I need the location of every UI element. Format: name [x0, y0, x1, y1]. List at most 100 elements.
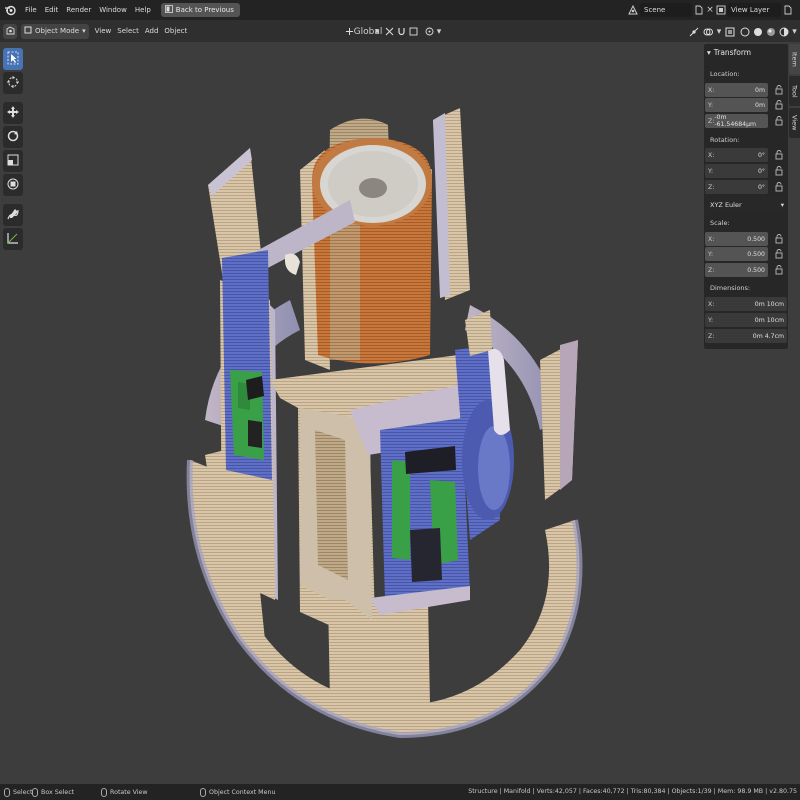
proportional-editing-icon[interactable]: [424, 24, 434, 39]
lock-icon[interactable]: [775, 265, 783, 275]
annotate-pencil-icon: [6, 207, 20, 223]
cursor-select-icon: [7, 51, 19, 67]
rotation-z-field[interactable]: Z: 0°: [705, 180, 768, 194]
lock-icon[interactable]: [775, 249, 783, 259]
status-select-label: Select: [13, 788, 33, 796]
blender-logo-icon[interactable]: [3, 3, 17, 17]
rotation-label: Rotation:: [710, 136, 740, 144]
location-label: Location:: [710, 70, 740, 78]
new-view-layer-icon[interactable]: [782, 3, 794, 17]
dimension-x-field[interactable]: X: 0m 10cm: [705, 297, 787, 311]
sidebar-tabs: Item Tool View: [789, 44, 800, 138]
scene-name-field[interactable]: Scene: [640, 3, 692, 17]
menu-file[interactable]: File: [21, 0, 41, 20]
dimension-y-field[interactable]: Y: 0m 10cm: [705, 313, 787, 327]
scene-name: Scene: [644, 6, 666, 14]
snap-element-icon[interactable]: [408, 24, 418, 39]
overlays-icon[interactable]: [702, 24, 714, 39]
view-layer-name: View Layer: [731, 6, 770, 14]
3d-viewport[interactable]: [0, 42, 800, 784]
snap-icon[interactable]: [396, 24, 406, 39]
menu-edit[interactable]: Edit: [41, 0, 63, 20]
view-layer-icon[interactable]: [715, 3, 727, 17]
mouse-right-icon: [200, 787, 206, 797]
shading-chevron-icon: ▾: [792, 26, 797, 37]
object-mode-icon: [24, 26, 32, 36]
measure-tool-button[interactable]: [3, 228, 23, 250]
dimension-z-field[interactable]: Z: 0m 4.7cm: [705, 329, 787, 343]
orientation-icon[interactable]: [344, 24, 354, 39]
editor-type-button[interactable]: [3, 23, 17, 39]
status-select-hint: Select: [4, 787, 32, 797]
back-to-previous-button[interactable]: Back to Previous: [160, 3, 240, 17]
tab-tool[interactable]: Tool: [789, 76, 800, 106]
material-preview-icon[interactable]: [765, 24, 777, 39]
transform-panel-header[interactable]: ▾ Transform: [707, 46, 751, 58]
rotation-y-field[interactable]: Y: 0°: [705, 164, 768, 178]
overlays-chevron-icon: ▾: [716, 26, 722, 37]
wireframe-shading-icon[interactable]: [739, 24, 751, 39]
header-menu-add[interactable]: Add: [142, 27, 162, 35]
pivot-point-icon[interactable]: [384, 24, 394, 39]
orientation-chevron-icon: ▾: [374, 26, 380, 37]
chevron-down-icon: ▾: [780, 201, 784, 209]
gizmo-visibility-icon[interactable]: [688, 24, 700, 39]
lock-icon[interactable]: [775, 182, 783, 192]
mouse-middle-icon: [101, 787, 107, 797]
tab-view[interactable]: View: [789, 108, 800, 138]
header-menu-view[interactable]: View: [92, 27, 115, 35]
menu-help[interactable]: Help: [131, 0, 155, 20]
mouse-left-icon: [4, 787, 10, 797]
xray-icon[interactable]: [724, 24, 736, 39]
lock-icon[interactable]: [775, 234, 783, 244]
scale-z-field[interactable]: Z: 0.500: [705, 263, 768, 277]
lock-icon[interactable]: [775, 116, 783, 126]
proportional-chevron-icon: ▾: [436, 26, 442, 37]
scene-icon[interactable]: [627, 3, 639, 17]
annotate-tool-button[interactable]: [3, 204, 23, 226]
lock-icon[interactable]: [775, 166, 783, 176]
location-y-field[interactable]: Y: 0m: [705, 98, 768, 112]
rotation-x-field[interactable]: X: 0°: [705, 148, 768, 162]
rendered-shading-icon[interactable]: [778, 24, 790, 39]
rotation-mode-dropdown[interactable]: XYZ Euler ▾: [707, 198, 787, 212]
header-menu-object[interactable]: Object: [161, 27, 190, 35]
3d-viewport-icon: [6, 25, 15, 37]
scale-tool-button[interactable]: [3, 150, 23, 172]
menu-window[interactable]: Window: [95, 0, 131, 20]
location-x-field[interactable]: X: 0m: [705, 83, 768, 97]
transform-tool-button[interactable]: [3, 174, 23, 196]
back-to-previous-label: Back to Previous: [175, 6, 234, 14]
solid-shading-icon[interactable]: [752, 24, 764, 39]
scale-y-field[interactable]: Y: 0.500: [705, 247, 768, 261]
rotate-tool-button[interactable]: [3, 126, 23, 148]
menu-render[interactable]: Render: [62, 0, 95, 20]
cursor-tool-button[interactable]: [3, 72, 23, 94]
lock-icon[interactable]: [775, 150, 783, 160]
location-z-field[interactable]: Z: -0m -61.54684µm: [705, 114, 768, 128]
mode-dropdown[interactable]: Object Mode ▾: [21, 23, 89, 39]
rotation-mode-label: XYZ Euler: [710, 201, 742, 209]
back-icon: [164, 5, 173, 15]
toolbar-separator: [3, 96, 23, 100]
select-tool-button[interactable]: [3, 48, 23, 70]
status-context-label: Object Context Menu: [209, 788, 276, 796]
toolbar-separator: [3, 198, 23, 202]
tab-item[interactable]: Item: [789, 44, 800, 74]
status-rotate-hint: Rotate View: [101, 787, 148, 797]
header-menu-select[interactable]: Select: [114, 27, 142, 35]
dimensions-label: Dimensions:: [710, 284, 751, 292]
status-bar: Select Box Select Rotate View Object Con…: [0, 784, 800, 800]
scale-x-field[interactable]: X: 0.500: [705, 232, 768, 246]
move-tool-button[interactable]: [3, 102, 23, 124]
scale-icon: [6, 153, 20, 169]
mouse-drag-icon: [32, 787, 38, 797]
status-context-hint: Object Context Menu: [200, 787, 275, 797]
view-layer-field[interactable]: View Layer: [727, 3, 781, 17]
scene-statistics: Structure | Manifold | Verts:42,057 | Fa…: [468, 788, 797, 795]
status-rotate-label: Rotate View: [110, 788, 148, 796]
lock-icon[interactable]: [775, 100, 783, 110]
lock-icon[interactable]: [775, 85, 783, 95]
status-box-select-hint: Box Select: [32, 787, 74, 797]
mode-label: Object Mode: [35, 27, 80, 35]
